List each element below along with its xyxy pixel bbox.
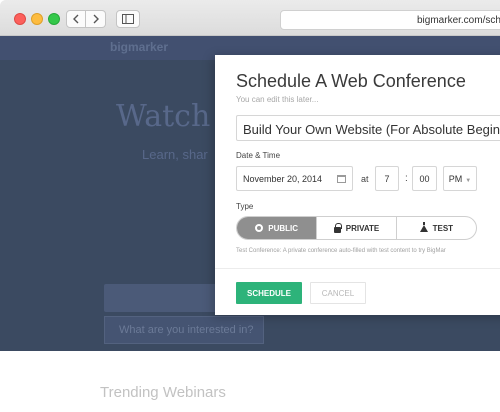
lock-icon <box>333 222 342 233</box>
forward-button[interactable] <box>86 10 106 28</box>
conference-type-selector: PUBLIC PRIVATE TEST <box>236 216 477 240</box>
date-time-label: Date & Time <box>236 151 281 160</box>
hero-button <box>104 284 224 312</box>
close-window-button[interactable] <box>14 13 26 25</box>
time-colon: : <box>405 173 408 184</box>
minimize-window-button[interactable] <box>31 13 43 25</box>
minute-input[interactable]: 00 <box>412 166 437 191</box>
date-value: November 20, 2014 <box>243 174 323 184</box>
site-logo[interactable]: bigmarker <box>110 40 168 54</box>
ampm-select[interactable]: PM ▼ <box>443 166 477 191</box>
title-bar: bigmarker.com/sch <box>0 0 500 36</box>
type-test-label: TEST <box>432 223 454 233</box>
sidebar-icon <box>122 14 134 24</box>
hour-input[interactable]: 7 <box>375 166 399 191</box>
schedule-conference-modal: Schedule A Web Conference You can edit t… <box>215 55 500 315</box>
modal-subtitle: You can edit this later... <box>236 95 319 104</box>
type-public-label: PUBLIC <box>268 223 299 233</box>
chevron-down-icon: ▼ <box>465 178 472 184</box>
schedule-button[interactable]: SCHEDULE <box>236 282 302 304</box>
type-note: Test Conference: A private conference au… <box>236 248 446 254</box>
ampm-value: PM <box>448 174 463 184</box>
at-label: at <box>361 174 369 184</box>
calendar-icon[interactable] <box>337 175 346 183</box>
chevron-right-icon <box>93 14 99 24</box>
hero-subtitle: Learn, shar <box>142 147 208 162</box>
trending-heading: Trending Webinars <box>100 384 226 401</box>
maximize-window-button[interactable] <box>48 13 60 25</box>
chevron-left-icon <box>73 14 79 24</box>
type-test-button[interactable]: TEST <box>395 217 476 239</box>
address-bar[interactable]: bigmarker.com/sch <box>280 10 500 30</box>
cancel-button[interactable]: CANCEL <box>310 282 366 304</box>
date-input[interactable]: November 20, 2014 <box>236 166 353 191</box>
type-public-button[interactable]: PUBLIC <box>237 217 317 239</box>
interest-search-input: What are you interested in? <box>104 316 264 344</box>
sidebar-toggle-button[interactable] <box>116 10 140 28</box>
type-label: Type <box>236 202 254 211</box>
flask-icon <box>419 221 428 232</box>
back-button[interactable] <box>66 10 86 28</box>
globe-icon <box>255 224 264 232</box>
modal-title: Schedule A Web Conference <box>236 71 466 91</box>
conference-title-input[interactable]: Build Your Own Website (For Absolute Beg… <box>236 115 500 141</box>
browser-window: bigmarker.com/sch bigmarker Watch o Lear… <box>0 0 500 412</box>
modal-divider <box>215 268 500 269</box>
type-private-button[interactable]: PRIVATE <box>316 217 395 239</box>
type-private-label: PRIVATE <box>345 223 380 233</box>
